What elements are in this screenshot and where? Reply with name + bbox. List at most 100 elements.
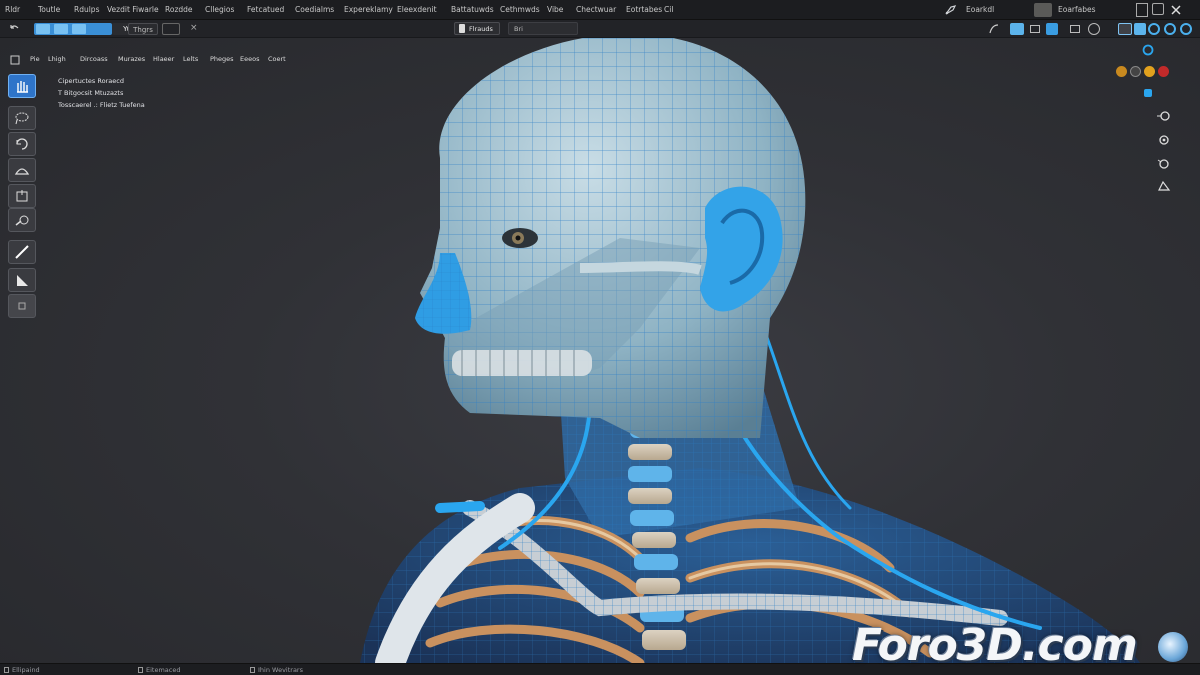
hand-tool-button[interactable]: [8, 74, 36, 98]
brush-settings-icon[interactable]: [944, 3, 958, 17]
view-cube-icon[interactable]: [10, 55, 20, 67]
material-ball-orange[interactable]: [1116, 66, 1127, 77]
status-left: Ellipaind: [12, 666, 40, 674]
menubar: Rldr Toutle Rdulps Vezdit Fiwarle Rozdde…: [0, 0, 1200, 20]
view-front-icon[interactable]: [1156, 108, 1172, 124]
camera-zoom-icon[interactable]: [1180, 23, 1192, 35]
undo-icon[interactable]: [8, 23, 20, 37]
view-persp-icon[interactable]: [1156, 178, 1172, 194]
vp-menu-7[interactable]: Pheges: [210, 55, 234, 63]
vp-menu-4[interactable]: Murazes: [118, 55, 145, 63]
lasso-icon: [15, 112, 29, 125]
info-line-2: T Bitgocsit Mtuzazts: [58, 89, 124, 97]
curve-tool-icon[interactable]: [988, 23, 1000, 37]
status-right-icon: [250, 667, 255, 673]
info-line-3: Tosscaerel .: Flietz Tuefena: [58, 101, 145, 109]
window-restore-icon[interactable]: [1136, 3, 1148, 17]
menu-item-5[interactable]: Rozdde: [165, 5, 193, 14]
sculpt-tool-button[interactable]: [8, 158, 36, 182]
target-icon[interactable]: [1140, 42, 1156, 58]
display-mode-2-icon[interactable]: [1030, 25, 1040, 33]
viewport-menu: Pie Lhigh Dircoass Murazes Hlaeer Lelts …: [0, 52, 300, 68]
anatomy-model[interactable]: [0, 33, 1200, 675]
close-tab-icon[interactable]: ×: [190, 23, 198, 33]
view-side-icon[interactable]: [1156, 132, 1172, 148]
status-right: Ihin Wevitrars: [258, 666, 303, 674]
vp-menu-1[interactable]: Pie: [30, 55, 40, 63]
brush-tool-button[interactable]: [8, 208, 36, 232]
snap-toggle-icon[interactable]: [1134, 23, 1146, 35]
move-tool-button[interactable]: [8, 184, 36, 208]
menu-item-4[interactable]: Vezdit Fiwarle: [107, 5, 159, 14]
lasso-tool-button[interactable]: [8, 106, 36, 130]
menu-item-6[interactable]: Cllegios: [205, 5, 234, 14]
watermark: Foro3D.com: [852, 620, 1138, 671]
tab-field[interactable]: Thgrs: [128, 23, 158, 35]
display-mode-3-icon[interactable]: [1046, 23, 1058, 35]
center-sub-label: Bri: [514, 25, 523, 33]
window-maximize-icon[interactable]: [1152, 3, 1164, 15]
grid-toggle-icon[interactable]: [1118, 23, 1132, 35]
camera-orbit-icon[interactable]: [1148, 23, 1160, 35]
right-label-2[interactable]: Eoarfabes: [1058, 5, 1096, 14]
light-icon[interactable]: [1140, 85, 1156, 101]
misc-tool-button[interactable]: [8, 294, 36, 318]
tab-dropdown-icon[interactable]: [162, 23, 180, 35]
camera-pan-icon[interactable]: [1164, 23, 1176, 35]
sculpt-icon: [14, 168, 30, 175]
secondary-toolbar: Yuzlle Thgrs × Flrauds Bri: [0, 20, 1200, 38]
center-field-label: Flrauds: [469, 25, 493, 33]
view-top-icon[interactable]: [1156, 156, 1172, 172]
material-ball-gold[interactable]: [1144, 66, 1155, 77]
material-balls: [1116, 66, 1169, 77]
display-mode-5-icon[interactable]: [1088, 23, 1100, 35]
rotate-icon: [16, 138, 28, 150]
menu-item-3[interactable]: Rdulps: [74, 5, 99, 14]
display-mode-4-icon[interactable]: [1070, 25, 1080, 33]
menu-item-8[interactable]: Coedialms: [295, 5, 334, 14]
hand-icon: [17, 81, 28, 93]
rotate-tool-button[interactable]: [8, 132, 36, 156]
menu-item-13[interactable]: Vibe: [547, 5, 563, 14]
menu-item-11[interactable]: Battatuwds: [451, 5, 494, 14]
menu-item-14[interactable]: Chectwuar: [576, 5, 616, 14]
plane-icon: [17, 275, 28, 286]
misc-icon: [18, 302, 26, 310]
window-close-icon[interactable]: [1170, 3, 1184, 17]
menu-item-9[interactable]: Expereklamy: [344, 5, 393, 14]
vp-menu-6[interactable]: Lelts: [183, 55, 198, 63]
move-icon: [16, 190, 28, 202]
vp-menu-5[interactable]: Hlaeer: [153, 55, 174, 63]
status-left-icon: [4, 667, 9, 673]
vp-menu-8[interactable]: Eeeos: [240, 55, 259, 63]
vp-menu-3[interactable]: Dircoass: [80, 55, 108, 63]
menu-item-16[interactable]: Cil: [664, 5, 673, 14]
3d-viewport[interactable]: [0, 33, 1200, 675]
info-line-1: Cipertuctes Roraecd: [58, 77, 124, 85]
menu-item-2[interactable]: Toutle: [38, 5, 60, 14]
view-tab-3[interactable]: [72, 24, 86, 34]
display-mode-1-icon[interactable]: [1010, 23, 1024, 35]
view-tab-1[interactable]: [36, 24, 50, 34]
vp-menu-2[interactable]: Lhigh: [48, 55, 66, 63]
menu-item-15[interactable]: Eotrtabes: [626, 5, 662, 14]
ruler-tool-button[interactable]: [8, 240, 36, 264]
view-tab-2[interactable]: [54, 24, 68, 34]
status-mid-icon: [138, 667, 143, 673]
center-sub-field[interactable]: Bri: [508, 22, 578, 35]
menu-item-7[interactable]: Fetcatued: [247, 5, 284, 14]
material-ball-red[interactable]: [1158, 66, 1169, 77]
status-mid: Eitemaced: [146, 666, 181, 674]
menu-item-1[interactable]: Rldr: [5, 5, 20, 14]
material-swatch[interactable]: [1034, 3, 1052, 17]
right-label-1[interactable]: Eoarkdl: [966, 5, 994, 14]
ruler-icon: [15, 245, 29, 259]
plane-tool-button[interactable]: [8, 268, 36, 292]
center-field[interactable]: Flrauds: [454, 22, 500, 35]
vp-menu-9[interactable]: Coert: [268, 55, 286, 63]
watermark-globe-icon: [1158, 632, 1188, 662]
menu-item-10[interactable]: Eleexdenit: [397, 5, 437, 14]
brush-icon: [15, 215, 29, 226]
menu-item-12[interactable]: Cethmwds: [500, 5, 540, 14]
material-ball-dark[interactable]: [1130, 66, 1141, 77]
